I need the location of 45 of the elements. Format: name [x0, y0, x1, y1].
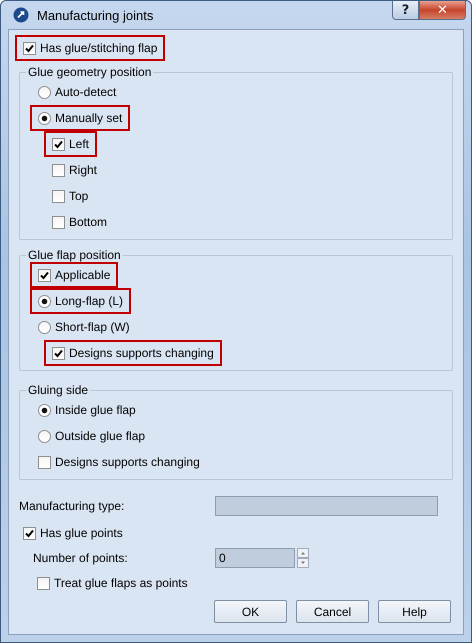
checkbox[interactable] — [23, 42, 36, 54]
option-label: Bottom — [69, 215, 108, 229]
radio-button[interactable] — [38, 86, 51, 98]
option-label: Has glue points — [40, 526, 123, 540]
group-title: Glue geometry position — [28, 65, 152, 79]
option-label: Top — [69, 189, 88, 203]
radio-button[interactable] — [38, 430, 51, 442]
window-title: Manufacturing joints — [37, 8, 154, 22]
radio-button[interactable] — [38, 112, 51, 124]
option-label: Long-flap (L) — [55, 294, 124, 308]
option-label: Manually set — [55, 111, 122, 125]
help-button[interactable]: ? — [392, 1, 419, 20]
option-label: Has glue/stitching flap — [40, 41, 158, 55]
radio-button[interactable] — [38, 294, 51, 308]
radio-button[interactable] — [38, 320, 51, 334]
checkbox[interactable] — [37, 576, 50, 590]
field-label: Number of points: — [33, 551, 129, 565]
option-label: Short-flap (W) — [55, 320, 130, 334]
field-label: Manufacturing type: — [19, 499, 126, 513]
app-logo-icon — [13, 7, 29, 23]
checkbox[interactable] — [52, 346, 65, 360]
option-label: Left — [69, 137, 90, 151]
option-label: Auto-detect — [55, 85, 116, 99]
option-label: Inside glue flap — [55, 403, 136, 417]
option-label: Applicable — [55, 268, 110, 282]
spin-arrows-icon[interactable] — [297, 548, 309, 568]
dialog-button[interactable]: OK — [214, 600, 287, 623]
checkbox[interactable] — [38, 456, 51, 468]
dialog-button[interactable]: Cancel — [296, 600, 369, 623]
option-label: Designs supports changing — [55, 455, 200, 469]
option-label: Right — [69, 163, 98, 177]
option-label: Designs supports changing — [69, 346, 214, 360]
dialog-button[interactable]: Help — [378, 600, 451, 623]
group-title: Gluing side — [28, 383, 88, 397]
option-label: Treat glue flaps as points — [54, 576, 188, 590]
checkbox[interactable] — [52, 216, 65, 228]
group-title: Glue flap position — [28, 248, 121, 262]
radio-button[interactable] — [38, 404, 51, 416]
checkbox[interactable] — [52, 164, 65, 176]
checkbox[interactable] — [52, 190, 65, 202]
checkbox[interactable] — [38, 268, 51, 282]
checkbox[interactable] — [52, 138, 65, 150]
checkbox[interactable] — [23, 526, 36, 540]
option-label: Outside glue flap — [55, 429, 146, 443]
close-button[interactable]: ✕ — [419, 1, 466, 20]
